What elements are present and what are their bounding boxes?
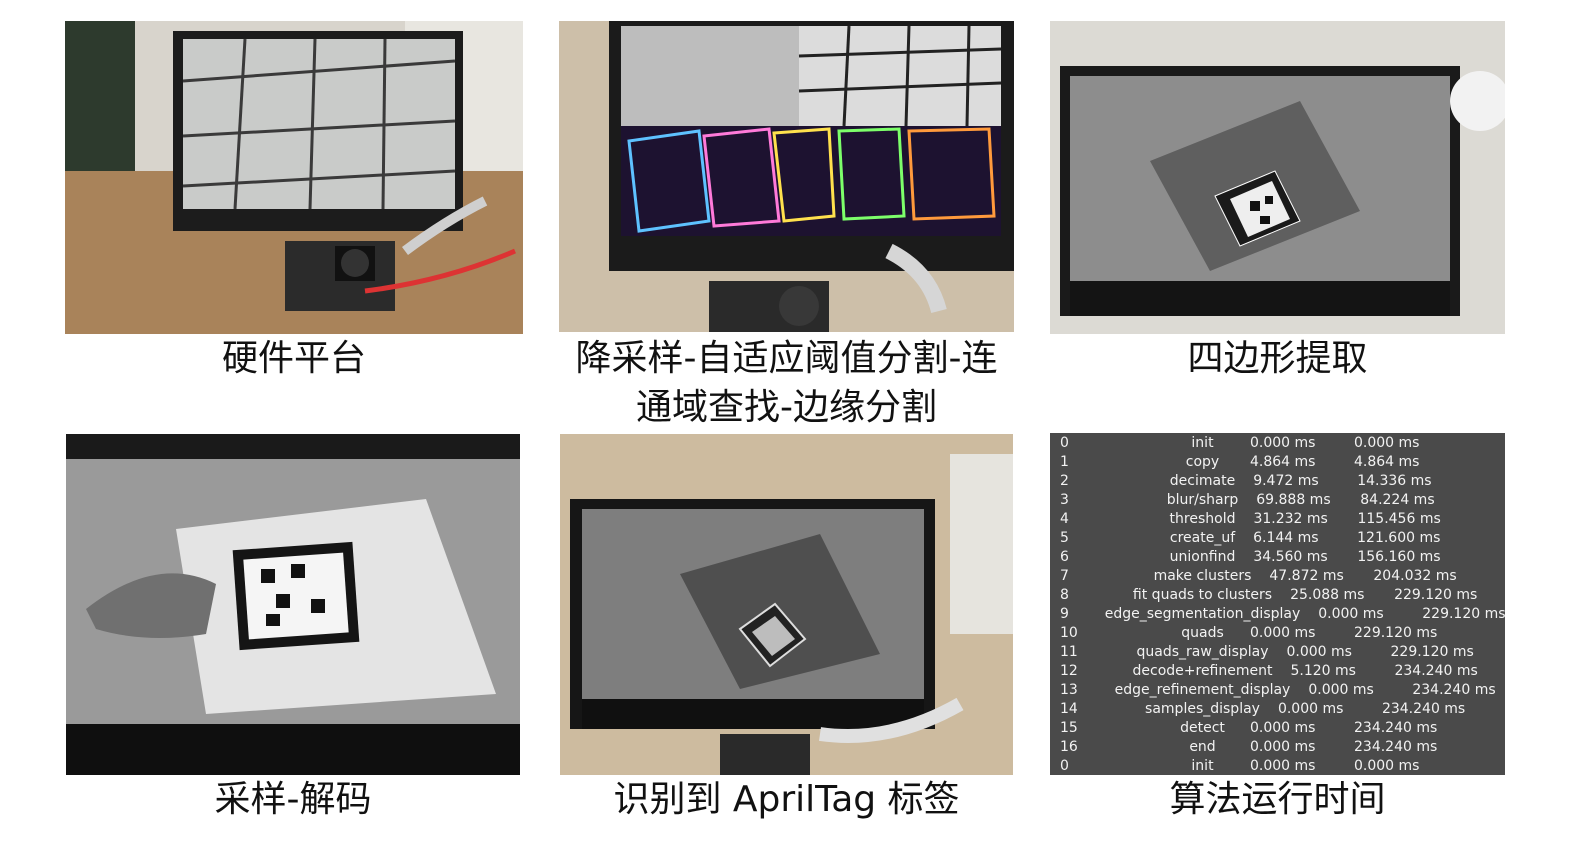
- timing-row-index: 4: [1060, 511, 1069, 527]
- timing-row-cumulative-time: 234.240 ms: [1412, 682, 1496, 698]
- timing-row-index: 5: [1060, 530, 1069, 546]
- segmentation-caption-line1: 降采样-自适应阈值分割-连: [575, 338, 998, 379]
- timing-row: 5 create_uf 6.144 ms 121.600 ms: [1050, 529, 1505, 548]
- timing-row-cumulative-time: 234.240 ms: [1354, 739, 1438, 755]
- quad-extraction-photo: [1050, 21, 1505, 334]
- timing-row-cumulative-time: 229.120 ms: [1390, 644, 1474, 660]
- timing-row-cumulative-time: 0.000 ms: [1354, 435, 1420, 451]
- timing-row-stage: fit quads to clusters: [1132, 587, 1273, 603]
- segmentation-caption-line2: 通域查找-边缘分割: [636, 387, 937, 428]
- timing-row-cumulative-time: 84.224 ms: [1360, 492, 1435, 508]
- timing-row: 2 decimate 9.472 ms 14.336 ms: [1050, 472, 1505, 491]
- timing-row-index: 2: [1060, 473, 1069, 489]
- sampling-decoding-photo: [66, 434, 520, 775]
- timing-row-cumulative-time: 115.456 ms: [1357, 511, 1441, 527]
- timing-row-stage-time: 0.000 ms: [1250, 739, 1316, 755]
- timing-row-stage-time: 5.120 ms: [1290, 663, 1356, 679]
- apriltag-detected-caption: 识别到 AprilTag 标签: [613, 779, 960, 820]
- timing-row-index: 0: [1060, 758, 1069, 774]
- timing-row-stage-time: 0.000 ms: [1277, 701, 1344, 717]
- timing-row-index: 7: [1060, 568, 1069, 584]
- quad-extraction-caption: 四边形提取: [1187, 338, 1368, 379]
- timing-row-cumulative-time: 229.120 ms: [1422, 606, 1505, 622]
- timing-row-index: 0: [1060, 435, 1069, 451]
- timing-row-stage-time: 9.472 ms: [1253, 473, 1319, 489]
- timing-row-index: 8: [1060, 587, 1069, 603]
- timing-row-index: 15: [1060, 720, 1078, 736]
- timing-row: 15 detect 0.000 ms 234.240 ms: [1050, 719, 1505, 738]
- timing-row-stage-time: 34.560 ms: [1253, 549, 1328, 565]
- timing-row: 8 fit quads to clusters 25.088 ms 229.120 m…: [1050, 586, 1505, 605]
- timing-row-stage-time: 0.000 ms: [1318, 606, 1384, 622]
- timing-row: 10 quads 0.000 ms 229.120 ms: [1050, 624, 1505, 643]
- timing-row-cumulative-time: 234.240 ms: [1354, 720, 1438, 736]
- timing-row: 14 samples_display 0.000 ms 234.240 ms: [1050, 700, 1505, 719]
- timing-row-stage-time: 31.232 ms: [1253, 511, 1328, 527]
- timing-row: 7 make clusters 47.872 ms 204.032 ms: [1050, 567, 1505, 586]
- timing-row-stage-time: 25.088 ms: [1290, 587, 1365, 603]
- timing-row-index: 10: [1060, 625, 1078, 641]
- timing-row-cumulative-time: 121.600 ms: [1357, 530, 1441, 546]
- timing-row-cumulative-time: 4.864 ms: [1354, 454, 1420, 470]
- timing-row-stage-time: 6.144 ms: [1253, 530, 1319, 546]
- timing-row-cumulative-time: 229.120 ms: [1354, 625, 1438, 641]
- timing-row-index: 1: [1060, 454, 1069, 470]
- timing-row: 0 init 0.000 ms 0.000 ms: [1050, 434, 1505, 453]
- timing-row: 13 edge_refinement_display 0.000 ms 234.240…: [1050, 681, 1505, 700]
- timing-row-index: 6: [1060, 549, 1069, 565]
- timing-row-stage-time: 0.000 ms: [1286, 644, 1352, 660]
- timing-row: 1 copy 4.864 ms 4.864 ms: [1050, 453, 1505, 472]
- timing-row-cumulative-time: 204.032 ms: [1373, 568, 1457, 584]
- sampling-decoding-caption: 采样-解码: [214, 779, 372, 820]
- timing-row-index: 3: [1060, 492, 1069, 508]
- timing-row-cumulative-time: 234.240 ms: [1381, 701, 1466, 717]
- timing-row-stage-time: 0.000 ms: [1250, 435, 1316, 451]
- hardware-platform-photo: [65, 21, 523, 334]
- timing-row-index: 12: [1060, 663, 1078, 679]
- timing-row: 11 quads_raw_display 0.000 ms 229.120 ms: [1050, 643, 1505, 662]
- timing-row-cumulative-time: 156.160 ms: [1357, 549, 1441, 565]
- timing-row-stage-time: 47.872 ms: [1269, 568, 1344, 584]
- timing-row: 3 blur/sharp 69.888 ms 84.224 ms: [1050, 491, 1505, 510]
- timing-row-index: 14: [1060, 701, 1078, 717]
- timing-row-index: 16: [1060, 739, 1078, 755]
- timing-row: 16 end 0.000 ms 234.240 ms: [1050, 738, 1505, 757]
- timing-row-stage-time: 0.000 ms: [1250, 758, 1316, 774]
- hardware-platform-caption: 硬件平台: [221, 338, 366, 379]
- timing-row-stage: quads_raw_display: [1136, 644, 1269, 660]
- apriltag-detected-photo: [560, 434, 1013, 775]
- timing-row-stage-time: 0.000 ms: [1308, 682, 1374, 698]
- algorithm-timing-caption: 算法运行时间: [1169, 779, 1386, 820]
- timing-row-stage: decode+refinement: [1132, 663, 1273, 679]
- segmentation-photo: [559, 21, 1014, 332]
- timing-row: 9 edge_segmentation_display 0.000 ms 229.12…: [1050, 605, 1505, 624]
- timing-row: 6 unionfind 34.560 ms 156.160 ms: [1050, 548, 1505, 567]
- timing-row: 4 threshold 31.232 ms 115.456 ms: [1050, 510, 1505, 529]
- timing-row-stage-time: 4.864 ms: [1250, 454, 1316, 470]
- timing-row: 0 init 0.000 ms 0.000 ms: [1050, 757, 1505, 775]
- timing-row-index: 9: [1060, 606, 1069, 622]
- timing-row-index: 13: [1060, 682, 1078, 698]
- timing-row-cumulative-time: 0.000 ms: [1354, 758, 1420, 774]
- timing-row: 12 decode+refinement 5.120 ms 234.240 ms: [1050, 662, 1505, 681]
- timing-row-stage: edge_refinement_display: [1114, 682, 1291, 698]
- timing-row-stage-time: 69.888 ms: [1256, 492, 1331, 508]
- algorithm-timing-table: 0 init 0.000 ms 0.000 ms 1 copy 4.864 ms 4.864 …: [1050, 433, 1505, 775]
- timing-row-stage-time: 0.000 ms: [1250, 625, 1316, 641]
- timing-row-stage: edge_segmentation_display: [1104, 606, 1301, 622]
- timing-row-index: 11: [1060, 644, 1078, 660]
- timing-row-cumulative-time: 229.120 ms: [1394, 587, 1478, 603]
- timing-row-cumulative-time: 14.336 ms: [1357, 473, 1432, 489]
- timing-row-stage-time: 0.000 ms: [1250, 720, 1316, 736]
- timing-row-cumulative-time: 234.240 ms: [1394, 663, 1478, 679]
